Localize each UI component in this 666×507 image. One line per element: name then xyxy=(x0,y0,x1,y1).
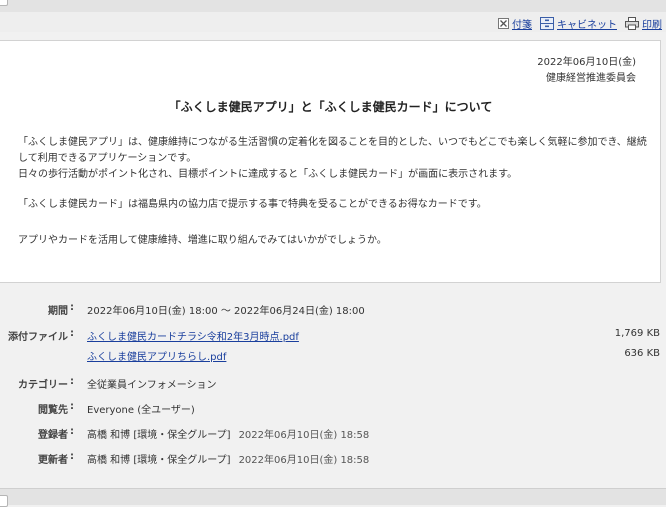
notice-title: 「ふくしま健民アプリ」と「ふくしま健民カード」について xyxy=(168,100,493,114)
attachment-label: 添付ファイル xyxy=(8,332,68,343)
updater-label: 更新者 xyxy=(38,455,68,466)
registrant-name: 高橋 和博 [環境・保全グループ] xyxy=(87,430,231,441)
attachment-link-card-flyer[interactable]: ふくしま健民カードチラシ令和2年3月時点.pdf xyxy=(87,328,299,343)
notice-paragraph: 日々の歩行活動がポイント化され、目標ポイントに達成すると「ふくしま健民カード」が… xyxy=(18,169,518,180)
attachment-size: 1,769 KB xyxy=(614,328,660,339)
cabinet-label: キャビネット xyxy=(557,19,617,31)
window-corner xyxy=(0,0,8,6)
notice-date: 2022年06月10日(金) xyxy=(537,57,636,68)
period-label: 期間 xyxy=(48,306,68,317)
period-value: 2022年06月10日(金) 18:00 〜 2022年06月24日(金) 18… xyxy=(87,306,365,317)
tag-button[interactable]: 付箋 xyxy=(498,16,532,31)
tag-label: 付箋 xyxy=(512,19,532,31)
toolbar: 付箋 キャビネット 印刷 xyxy=(0,12,666,32)
tag-icon xyxy=(498,17,509,29)
top-strip xyxy=(0,0,666,12)
notice-committee: 健康経営推進委員会 xyxy=(546,73,636,84)
notice-paragraph: アプリやカードを活用して健康維持、増進に取り組んでみてはいかがでしょうか。 xyxy=(18,235,387,246)
updater-name: 高橋 和博 [環境・保全グループ] xyxy=(87,455,231,466)
window-corner xyxy=(0,495,8,507)
category-value: 全従業員インフォメーション xyxy=(87,380,217,391)
print-button[interactable]: 印刷 xyxy=(625,16,662,31)
notice-paragraph: 「ふくしま健民カード」は福島県内の協力店で提示する事で特典を受ることができるお得… xyxy=(18,199,487,210)
print-label: 印刷 xyxy=(642,19,662,31)
cabinet-icon xyxy=(540,16,554,30)
attachment-size: 636 KB xyxy=(624,348,660,359)
notice-paragraph: 「ふくしま健民アプリ」は、健康維持につながる生活習慣の定着化を図ることを目的とし… xyxy=(18,137,647,164)
notice-panel: 2022年06月10日(金) 健康経営推進委員会 「ふくしま健民アプリ」と「ふく… xyxy=(0,40,661,283)
bottom-strip xyxy=(0,488,666,507)
notice-body: 「ふくしま健民アプリ」は、健康維持につながる生活習慣の定着化を図ることを目的とし… xyxy=(18,135,648,249)
viewers-label: 閲覧先 xyxy=(38,405,68,416)
category-label: カテゴリー xyxy=(18,380,68,391)
attachment-link-app-flyer[interactable]: ふくしま健民アプリちらし.pdf xyxy=(87,348,226,363)
registrant-time: 2022年06月10日(金) 18:58 xyxy=(238,430,370,441)
viewers-value: Everyone (全ユーザー) xyxy=(87,405,195,416)
updater-time: 2022年06月10日(金) 18:58 xyxy=(238,455,370,466)
registrant-label: 登録者 xyxy=(38,430,68,441)
cabinet-button[interactable]: キャビネット xyxy=(540,16,617,31)
print-icon xyxy=(625,16,639,30)
